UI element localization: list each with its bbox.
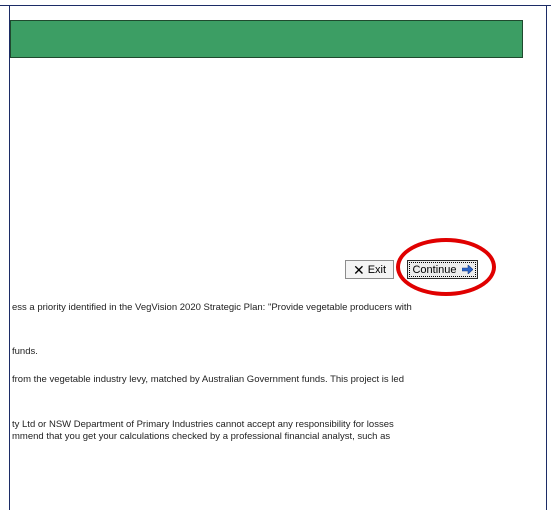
body-text-line: ess a priority identified in the VegVisi… [12,302,412,313]
frame-left-border [9,5,10,510]
arrow-right-icon [461,265,473,274]
continue-button[interactable]: Continue [407,260,478,279]
exit-button[interactable]: ✕ Exit [345,260,394,279]
body-text-line: mmend that you get your calculations che… [12,431,391,442]
body-text-line: ty Ltd or NSW Department of Primary Indu… [12,419,394,430]
header-bar [10,20,523,58]
frame-top-border [0,5,551,6]
frame-right-border [546,5,547,510]
body-text-line: funds. [12,346,38,357]
app-window: ✕ Exit Continue ess a priority identifie… [0,0,551,510]
exit-button-label: Exit [367,263,387,276]
close-x-icon: ✕ [352,261,365,278]
continue-button-label: Continue [412,263,457,276]
body-text-line: from the vegetable industry levy, matche… [12,374,404,385]
